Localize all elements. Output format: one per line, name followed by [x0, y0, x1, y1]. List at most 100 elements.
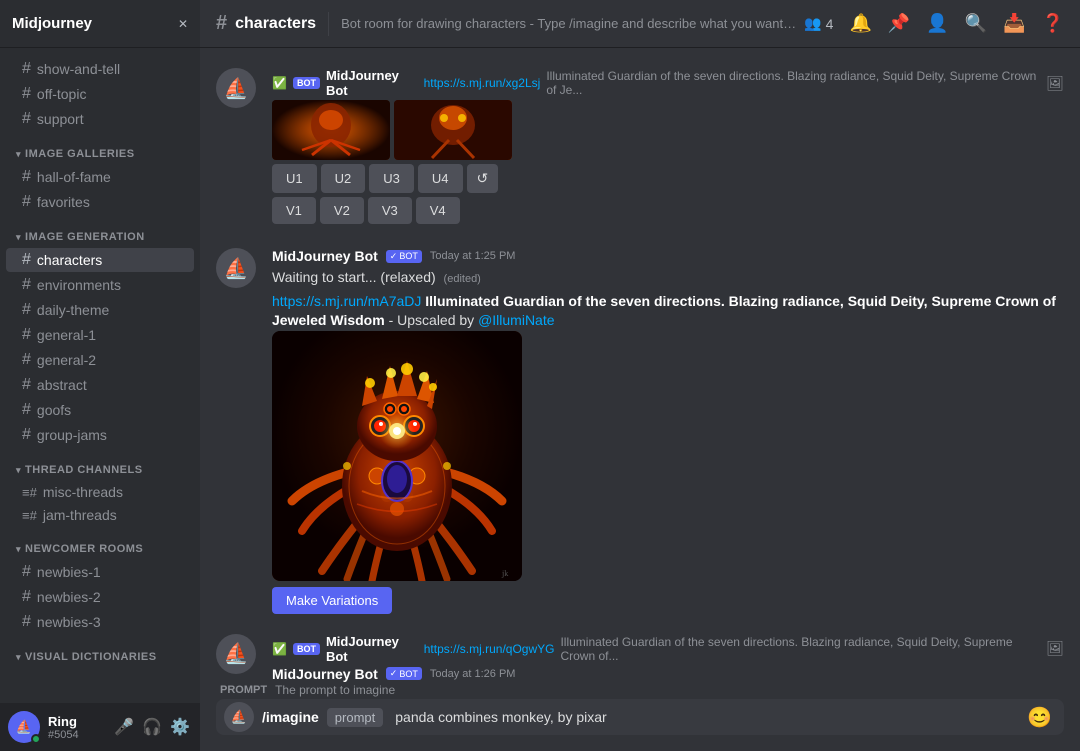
hash-icon: #	[22, 426, 31, 444]
sidebar-item-newbies-3[interactable]: # newbies-3	[6, 610, 194, 634]
user-area: ⛵ Ring #5054 🎤 🎧 ⚙️	[0, 703, 200, 751]
sidebar-item-general-2[interactable]: # general-2	[6, 348, 194, 372]
message-content-second: ✅ BOT MidJourney Bot https://s.mj.run/qO…	[272, 634, 1064, 683]
verified-check-icon-2: ✅	[272, 642, 287, 656]
verified-badge-2: ✓ BOT	[386, 667, 422, 680]
message-timestamp-2: Today at 1:26 PM	[430, 668, 516, 680]
section-label-text: IMAGE GENERATION	[25, 231, 145, 243]
v2-button[interactable]: V2	[320, 197, 364, 224]
visual-dictionaries-section-label[interactable]: ▾ VISUAL DICTIONARIES	[0, 647, 200, 667]
u1-button[interactable]: U1	[272, 164, 317, 193]
avatar: ⛵	[216, 248, 256, 288]
sidebar-item-misc-threads[interactable]: ≡# misc-threads	[6, 481, 194, 503]
emoji-button[interactable]: 😊	[1023, 701, 1056, 734]
members-count[interactable]: 👥 4	[804, 15, 833, 32]
main-content: # characters Bot room for drawing charac…	[200, 0, 1080, 751]
u4-button[interactable]: U4	[418, 164, 463, 193]
server-header[interactable]: Midjourney ✕	[0, 0, 200, 48]
image-thumbnail-icon-2: 🖼	[1046, 640, 1064, 657]
hash-icon: #	[22, 168, 31, 186]
hash-icon: #	[22, 401, 31, 419]
sidebar-item-group-jams[interactable]: # group-jams	[6, 423, 194, 447]
prompt-tag: prompt	[327, 708, 383, 727]
u3-button[interactable]: U3	[369, 164, 414, 193]
mic-icon[interactable]: 🎤	[112, 715, 136, 739]
search-icon[interactable]: 🔍	[965, 13, 987, 34]
inbox-icon[interactable]: 📥	[1003, 13, 1025, 34]
v1-button[interactable]: V1	[272, 197, 316, 224]
message-text-status: Waiting to start... (relaxed) (edited)	[272, 268, 1064, 288]
make-variations-button[interactable]: Make Variations	[272, 587, 392, 614]
top-channels-section: # show-and-tell # off-topic # support	[0, 48, 200, 136]
u2-button[interactable]: U2	[321, 164, 366, 193]
user-name: Ring	[48, 714, 104, 729]
avatar: ⛵	[8, 711, 40, 743]
image-link[interactable]: https://s.mj.run/mA7aDJ	[272, 293, 421, 309]
sidebar-item-hall-of-fame[interactable]: # hall-of-fame	[6, 165, 194, 189]
sidebar-item-favorites[interactable]: # favorites	[6, 190, 194, 214]
channel-label: favorites	[37, 194, 90, 210]
avatar: ⛵	[216, 634, 256, 674]
squid-artwork: jk	[272, 331, 522, 581]
channel-name: characters	[235, 15, 316, 33]
settings-icon[interactable]: ⚙️	[168, 715, 192, 739]
message-text-link: https://s.mj.run/mA7aDJ Illuminated Guar…	[272, 292, 1064, 331]
sidebar-item-support[interactable]: # support	[6, 107, 194, 131]
chat-input[interactable]	[391, 699, 1015, 735]
chevron-down-icon: ✕	[178, 17, 188, 31]
sidebar-item-daily-theme[interactable]: # daily-theme	[6, 298, 194, 322]
hash-icon: #	[22, 351, 31, 369]
thread-channels-section-label[interactable]: ▾ THREAD CHANNELS	[0, 460, 200, 480]
hash-icon: #	[22, 376, 31, 394]
bot-message-link-2[interactable]: https://s.mj.run/qOgwYG	[424, 642, 555, 656]
headphone-icon[interactable]: 🎧	[140, 715, 164, 739]
upscaled-by: - Upscaled by	[389, 312, 478, 328]
members-list-icon[interactable]: 👤	[926, 13, 948, 34]
section-label-text: NEWCOMER ROOMS	[25, 543, 143, 555]
channel-label: misc-threads	[43, 484, 123, 500]
input-area: prompt The prompt to imagine ⛵ /imagine …	[200, 683, 1080, 751]
bot-badge-2: BOT	[293, 643, 320, 655]
status-dot	[31, 734, 41, 744]
sidebar-item-general-1[interactable]: # general-1	[6, 323, 194, 347]
channel-label: general-1	[37, 327, 96, 343]
refresh-button[interactable]: ↺	[467, 164, 499, 193]
bot-message-link[interactable]: https://s.mj.run/xg2Lsj	[424, 76, 541, 90]
channel-label: characters	[37, 252, 102, 268]
image-generation-section-label[interactable]: ▾ IMAGE GENERATION	[0, 227, 200, 247]
message-header: MidJourney Bot ✓ BOT Today at 1:25 PM	[272, 248, 1064, 264]
sidebar-item-abstract[interactable]: # abstract	[6, 373, 194, 397]
v3-button[interactable]: V3	[368, 197, 412, 224]
help-icon[interactable]: ❓	[1042, 13, 1064, 34]
channel-description: Bot room for drawing characters - Type /…	[341, 16, 796, 31]
hash-icon: #	[22, 588, 31, 606]
squid-image: jk	[272, 331, 522, 581]
sidebar-item-environments[interactable]: # environments	[6, 273, 194, 297]
channel-label: daily-theme	[37, 302, 109, 318]
sidebar-item-off-topic[interactable]: # off-topic	[6, 82, 194, 106]
hash-icon: #	[22, 326, 31, 344]
sidebar-item-newbies-1[interactable]: # newbies-1	[6, 560, 194, 584]
notification-icon[interactable]: 🔔	[849, 13, 871, 34]
hash-icon: #	[22, 613, 31, 631]
header-icons: 👥 4 🔔 📌 👤 🔍 📥 ❓	[804, 13, 1064, 34]
svg-text:jk: jk	[501, 569, 508, 578]
message-group-second: ⛵ ✅ BOT MidJourney Bot https://s.mj.run/…	[216, 630, 1064, 683]
pin-icon[interactable]: 📌	[888, 13, 910, 34]
newcomer-rooms-section-label[interactable]: ▾ NEWCOMER ROOMS	[0, 539, 200, 559]
header-divider	[328, 12, 329, 36]
channel-label: show-and-tell	[37, 61, 120, 77]
bot-text: BOT	[399, 251, 418, 261]
sidebar-item-newbies-2[interactable]: # newbies-2	[6, 585, 194, 609]
upscale-buttons-row: U1 U2 U3 U4 ↺	[272, 164, 1064, 193]
sidebar-item-show-and-tell[interactable]: # show-and-tell	[6, 57, 194, 81]
collapse-arrow-icon: ▾	[16, 544, 21, 555]
sidebar-item-characters[interactable]: # characters	[6, 248, 194, 272]
hash-icon: #	[22, 60, 31, 78]
image-galleries-section-label[interactable]: ▾ IMAGE GALLERIES	[0, 144, 200, 164]
v4-button[interactable]: V4	[416, 197, 460, 224]
image-thumbnail-icon: 🖼	[1046, 75, 1064, 92]
sidebar-item-goofs[interactable]: # goofs	[6, 398, 194, 422]
sidebar-item-jam-threads[interactable]: ≡# jam-threads	[6, 504, 194, 526]
avatar: ⛵	[216, 68, 256, 108]
